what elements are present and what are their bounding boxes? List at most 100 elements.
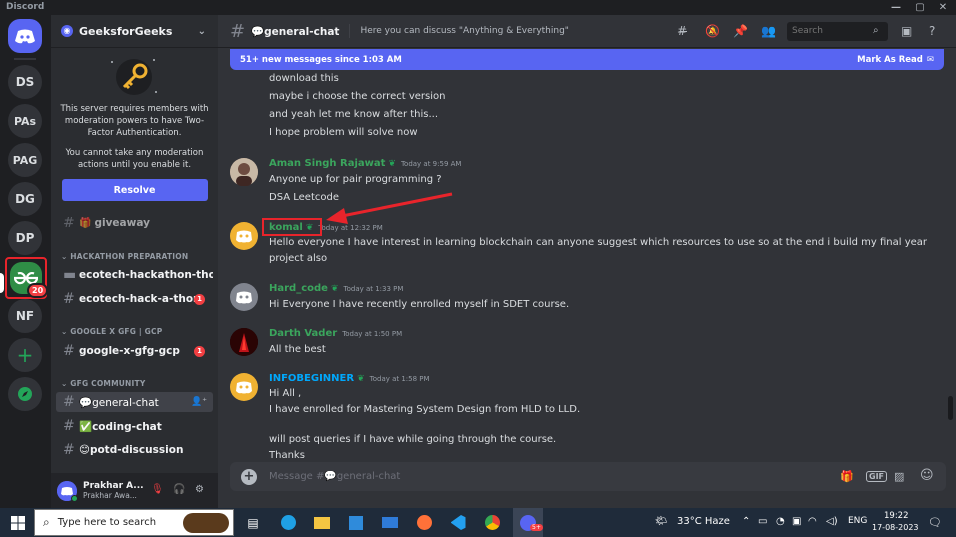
threads-icon[interactable]: #̶ [677, 24, 687, 38]
channel-ecotech-hack-a-thon[interactable]: # ecotech-hack-a-thon 1 [56, 289, 213, 309]
category-gfg-community[interactable]: ⌄ GFG COMMUNITY [61, 379, 145, 388]
taskbar-search[interactable]: ⌕ Type here to search [34, 509, 234, 536]
author-name: INFOBEGINNER [269, 373, 355, 384]
channel-general-chat[interactable]: # 💬general-chat 👤⁺ [56, 392, 213, 412]
message-author[interactable]: Aman Singh Rajawat ❦ Today at 9:59 AM [269, 158, 461, 169]
channel-ecotech-hackathon-forum[interactable]: ▬ ecotech-hackathon-tho... [56, 265, 213, 285]
search-highlight-image [183, 513, 229, 533]
server-dp[interactable]: DP [8, 221, 42, 255]
member-list-icon[interactable]: 👥 [761, 24, 776, 38]
pin-icon[interactable]: 📌 [733, 24, 748, 38]
maximize-button[interactable]: ▢ [909, 0, 931, 15]
avatar[interactable] [230, 158, 258, 186]
server-pag[interactable]: PAG [8, 143, 42, 177]
user-photo-icon [230, 158, 258, 186]
message-scrollbar[interactable] [946, 70, 954, 462]
inbox-icon[interactable]: ▣ [901, 24, 912, 38]
user-info[interactable]: Prakhar A... Prakhar Awa... [83, 481, 144, 501]
add-server-button[interactable]: + [8, 338, 42, 372]
network-icon[interactable]: ◔ [776, 516, 785, 527]
gear-icon[interactable]: ⚙ [195, 484, 204, 495]
weather-text[interactable]: 33°C Haze [677, 516, 730, 527]
mail-icon[interactable] [380, 508, 400, 537]
avatar[interactable] [57, 480, 78, 502]
new-messages-text: 51+ new messages since 1:03 AM [240, 54, 402, 65]
message-line: and yeah let me know after this... [269, 109, 439, 120]
new-messages-bar[interactable]: 51+ new messages since 1:03 AM Mark As R… [230, 49, 944, 70]
discord-avatar-icon [236, 381, 252, 394]
battery-icon[interactable]: ▭ [758, 516, 767, 527]
timestamp: Today at 1:50 PM [342, 330, 403, 338]
search-icon: ⌕ [873, 25, 879, 36]
scrollbar-thumb[interactable] [948, 396, 953, 420]
annotation-highlight-server: 20 [5, 257, 49, 299]
display-icon[interactable]: ▣ [792, 516, 801, 527]
weather-icon[interactable]: 🌤 [655, 516, 668, 527]
mute-mic-icon[interactable]: 🎙 [151, 484, 164, 495]
server-nf[interactable]: NF [8, 299, 42, 333]
vscode-icon[interactable] [448, 508, 468, 537]
channel-label: ecotech-hackathon-tho... [79, 269, 213, 281]
gift-icon[interactable]: 🎁 [840, 470, 854, 483]
message-line: I hope problem will solve now [269, 127, 418, 138]
author-name: Darth Vader [269, 328, 338, 339]
avatar[interactable] [230, 328, 258, 356]
windows-start-icon[interactable] [8, 508, 28, 537]
message-author[interactable]: INFOBEGINNER ❦ Today at 1:58 PM [269, 373, 430, 384]
clock-time[interactable]: 19:22 [884, 511, 909, 521]
help-icon[interactable]: ? [929, 24, 935, 38]
headphones-icon[interactable]: 🎧 [173, 484, 185, 495]
sticker-icon[interactable]: ▨ [894, 470, 904, 483]
message-author[interactable]: Hard_code ❦ Today at 1:33 PM [269, 283, 403, 294]
close-button[interactable]: ✕ [932, 0, 954, 15]
timestamp: Today at 1:33 PM [343, 285, 404, 293]
mute-notifications-icon[interactable]: 🔕 [705, 24, 720, 38]
message-input[interactable] [269, 471, 769, 482]
wifi-icon[interactable]: ◠ [808, 516, 817, 527]
avatar[interactable] [230, 283, 258, 311]
show-hidden-icons[interactable]: ⌃ [742, 516, 750, 527]
channel-topic[interactable]: Here you can discuss "Anything & Everyth… [360, 26, 569, 36]
home-button[interactable] [8, 19, 42, 53]
server-header[interactable]: ◉ GeeksforGeeks ⌄ [51, 15, 218, 48]
channel-potd-discussion[interactable]: # 😊potd-discussion [56, 440, 213, 460]
mark-as-read-button[interactable]: Mark As Read [857, 55, 923, 65]
minimize-button[interactable]: — [885, 0, 907, 15]
resolve-button[interactable]: Resolve [61, 179, 208, 201]
user-name: Prakhar A... [83, 480, 144, 491]
server-ds[interactable]: DS [8, 65, 42, 99]
channel-label: ecotech-hack-a-thon [79, 293, 201, 305]
task-view-icon[interactable]: ▤ [243, 508, 263, 537]
volume-icon[interactable]: ◁) [826, 516, 838, 527]
clock-date[interactable]: 17-08-2023 [872, 523, 919, 532]
server-dg[interactable]: DG [8, 182, 42, 216]
author-name: Aman Singh Rajawat [269, 158, 386, 169]
channel-coding-chat[interactable]: # ✅coding-chat [56, 416, 213, 436]
notification-icon[interactable]: 🗨 [928, 516, 942, 529]
message-line: maybe i choose the correct version [269, 91, 446, 102]
category-google-x-gfg-gcp[interactable]: ⌄ GOOGLE X GFG | GCP [61, 327, 162, 336]
add-member-icon[interactable]: 👤⁺ [191, 397, 207, 407]
edge-icon[interactable] [278, 508, 298, 537]
channel-title: 💬general-chat [251, 25, 340, 38]
language-indicator[interactable]: ENG [848, 516, 867, 526]
channel-google-x-gfg-gcp[interactable]: # google-x-gfg-gcp 1 [56, 341, 213, 361]
message-author[interactable]: Darth Vader Today at 1:50 PM [269, 328, 402, 339]
store-icon[interactable] [346, 508, 366, 537]
leaf-role-icon: ❦ [357, 374, 365, 384]
message-line: download this [269, 73, 339, 84]
add-attachment-button[interactable]: + [241, 468, 257, 485]
avatar[interactable] [230, 222, 258, 250]
file-explorer-icon[interactable] [312, 508, 332, 537]
firefox-icon[interactable] [414, 508, 434, 537]
emoji-icon[interactable]: ☺ [920, 468, 934, 483]
chrome-icon[interactable] [482, 508, 502, 537]
gif-icon[interactable]: GIF [866, 471, 888, 482]
mention-badge: 1 [194, 345, 205, 357]
discord-taskbar-icon[interactable]: 5+ [513, 508, 543, 537]
explore-servers-button[interactable] [8, 377, 42, 411]
server-pas[interactable]: PAs [8, 104, 42, 138]
category-hackathon-preparation[interactable]: ⌄ HACKATHON PREPARATION [61, 252, 188, 261]
avatar[interactable] [230, 373, 258, 401]
channel-giveaway[interactable]: # 🎁 giveaway [56, 217, 213, 229]
